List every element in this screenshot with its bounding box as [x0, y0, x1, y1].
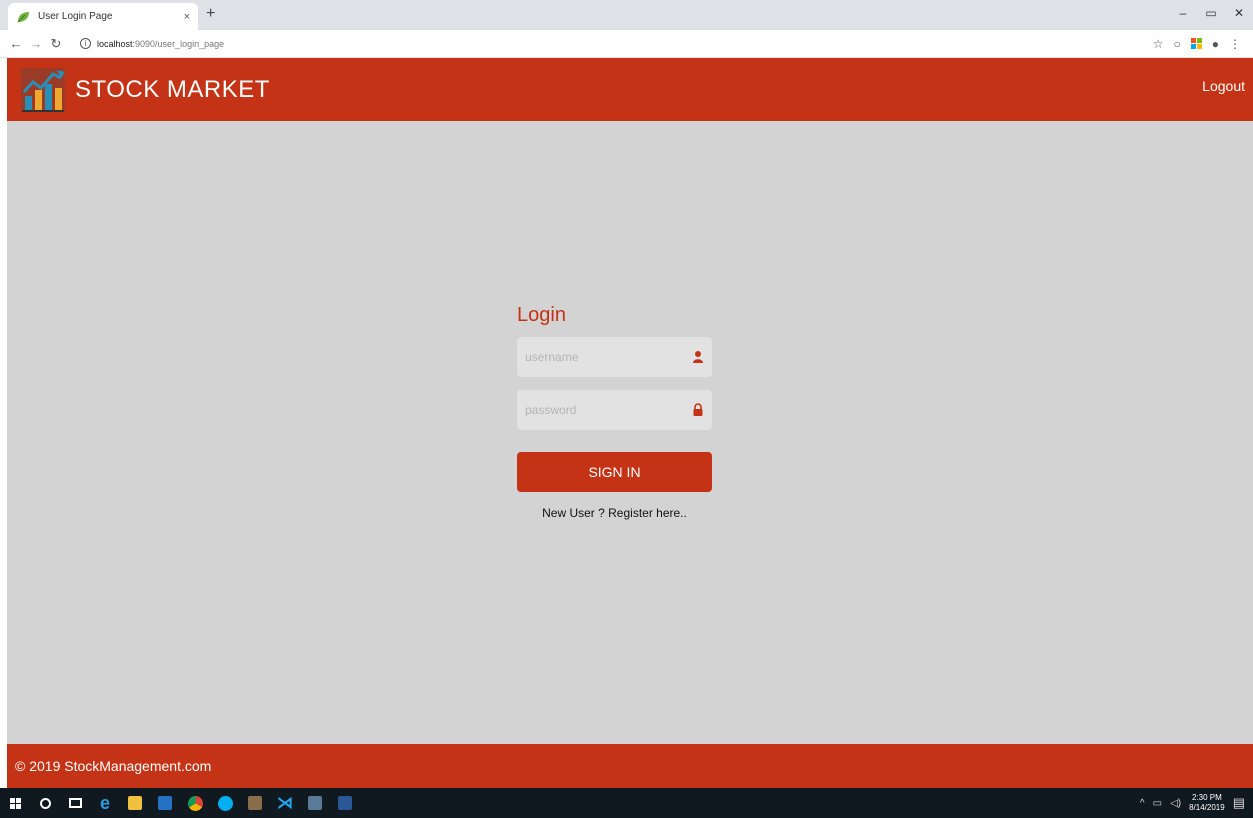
- clock-time: 2:30 PM: [1192, 793, 1222, 802]
- profile-avatar-icon[interactable]: ●: [1212, 37, 1219, 51]
- register-link[interactable]: New User ? Register here..: [517, 506, 712, 520]
- header-bar: STOCK MARKET Logout: [7, 58, 1253, 121]
- password-field-wrapper: [517, 390, 712, 430]
- sign-in-button[interactable]: SIGN IN: [517, 452, 712, 492]
- app-tool-icon[interactable]: [240, 788, 270, 818]
- lock-icon: [693, 403, 703, 416]
- back-arrow-icon[interactable]: ←: [6, 36, 26, 51]
- brand-title: STOCK MARKET: [75, 75, 270, 103]
- taskbar-clock[interactable]: 2:30 PM 8/14/2019: [1189, 793, 1225, 813]
- windows-start-icon[interactable]: [0, 788, 30, 818]
- url-text: localhost:9090/user_login_page: [97, 39, 224, 49]
- copyright-text: © 2019 StockManagement.com: [15, 758, 212, 774]
- browser-tab[interactable]: User Login Page ×: [8, 3, 198, 30]
- system-tray: ^ ▭ ◁) 2:30 PM 8/14/2019 ▤: [1140, 788, 1245, 818]
- vscode-icon[interactable]: ⋊: [270, 788, 300, 818]
- skype-icon[interactable]: [210, 788, 240, 818]
- username-field-wrapper: [517, 337, 712, 377]
- file-explorer-icon[interactable]: [120, 788, 150, 818]
- windows-taskbar: e ⋊ ^ ▭ ◁) 2:30 PM 8/14/2019 ▤: [0, 788, 1253, 818]
- clock-date: 8/14/2019: [1189, 803, 1225, 812]
- bookmark-star-icon[interactable]: ☆: [1153, 37, 1164, 51]
- volume-icon[interactable]: ◁): [1170, 798, 1181, 809]
- window-controls: – ▭ ✕: [1169, 0, 1253, 30]
- restore-button[interactable]: ▭: [1197, 0, 1225, 26]
- network-icon[interactable]: ▭: [1153, 798, 1162, 809]
- close-window-button[interactable]: ✕: [1225, 0, 1253, 26]
- browser-toolbar: ← → ↻ i localhost:9090/user_login_page ☆…: [0, 30, 1253, 58]
- word-icon[interactable]: [330, 788, 360, 818]
- logout-link[interactable]: Logout: [1202, 78, 1245, 94]
- tray-chevron-icon[interactable]: ^: [1140, 798, 1145, 809]
- app-page: STOCK MARKET Logout Login SIGN IN New Us…: [7, 58, 1253, 788]
- remote-desktop-icon[interactable]: [300, 788, 330, 818]
- chrome-icon[interactable]: [180, 788, 210, 818]
- address-bar[interactable]: i localhost:9090/user_login_page: [72, 34, 1153, 54]
- search-circle-icon[interactable]: [30, 788, 60, 818]
- info-icon[interactable]: i: [80, 38, 91, 49]
- menu-dots-icon[interactable]: ⋮: [1229, 37, 1241, 51]
- edge-browser-icon[interactable]: e: [90, 788, 120, 818]
- login-form: Login SIGN IN New User ? Register here..: [517, 304, 712, 520]
- username-input[interactable]: [517, 337, 712, 377]
- task-view-icon[interactable]: [60, 788, 90, 818]
- tab-close-icon[interactable]: ×: [184, 11, 190, 23]
- url-host: localhost: [97, 38, 133, 49]
- stock-chart-logo-icon: [21, 67, 65, 112]
- browser-tab-strip: User Login Page × + – ▭ ✕: [0, 0, 1253, 30]
- notifications-icon[interactable]: ▤: [1233, 795, 1245, 811]
- minimize-button[interactable]: –: [1169, 0, 1197, 26]
- toolbar-actions: ☆ ○ ● ⋮: [1153, 37, 1247, 51]
- extension-circle-icon[interactable]: ○: [1174, 37, 1181, 51]
- reload-icon[interactable]: ↻: [46, 36, 66, 52]
- outlook-icon[interactable]: [150, 788, 180, 818]
- login-heading: Login: [517, 304, 566, 326]
- tab-title: User Login Page: [38, 11, 113, 22]
- new-tab-button[interactable]: +: [206, 5, 215, 23]
- user-icon: [693, 351, 703, 363]
- password-input[interactable]: [517, 390, 712, 430]
- windows-extension-icon[interactable]: [1190, 38, 1202, 49]
- url-path: :9090/user_login_page: [132, 38, 225, 49]
- forward-arrow-icon[interactable]: →: [26, 36, 46, 51]
- leaf-icon: [17, 11, 29, 22]
- footer-bar: © 2019 StockManagement.com: [7, 744, 1253, 788]
